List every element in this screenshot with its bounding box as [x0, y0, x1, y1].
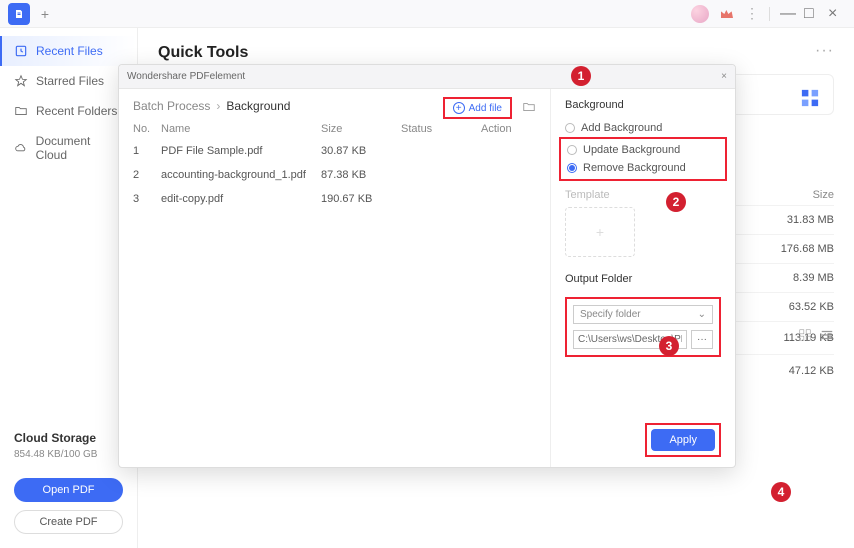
premium-icon[interactable]: [719, 6, 735, 22]
plus-icon: +: [453, 102, 465, 114]
profile-avatar[interactable]: [691, 5, 709, 23]
sidebar-item-label: Recent Files: [36, 44, 103, 58]
open-pdf-button[interactable]: Open PDF: [14, 478, 123, 502]
sidebar-item-recent-files[interactable]: Recent Files: [0, 36, 137, 66]
col-action: Action: [481, 123, 531, 135]
storage-title: Cloud Storage: [14, 431, 123, 445]
breadcrumb-root[interactable]: Batch Process: [133, 99, 210, 113]
grid-view-icon[interactable]: [798, 328, 812, 342]
add-tab-button[interactable]: +: [34, 6, 56, 22]
dialog-close-button[interactable]: ×: [721, 71, 727, 82]
batch-process-dialog: Wondershare PDFelement × Batch Process ›…: [118, 64, 736, 468]
dialog-titlebar[interactable]: Wondershare PDFelement ×: [119, 65, 735, 89]
sidebar-item-starred-files[interactable]: Starred Files: [0, 66, 137, 96]
more-menu-icon[interactable]: ⋮: [745, 5, 759, 22]
app-logo-icon: [13, 8, 25, 20]
add-file-button[interactable]: + Add file: [443, 97, 512, 119]
sidebar-item-label: Document Cloud: [36, 134, 123, 162]
sidebar-item-label: Starred Files: [36, 74, 104, 88]
callout-1: 1: [571, 66, 591, 86]
browse-button[interactable]: ···: [691, 330, 713, 349]
dialog-title: Wondershare PDFelement: [127, 71, 245, 82]
window-titlebar: + ⋮ — □ ×: [0, 0, 854, 28]
output-folder-select[interactable]: Specify folder ⌄: [573, 305, 713, 324]
radio-remove-background[interactable]: Remove Background: [567, 159, 719, 177]
apply-button[interactable]: Apply: [651, 429, 715, 451]
table-row[interactable]: 3edit-copy.pdf190.67 KB: [133, 187, 536, 211]
callout-3: 3: [659, 336, 679, 356]
background-section-title: Background: [565, 99, 721, 111]
file-table: No. Name Size Status Action 1PDF File Sa…: [133, 123, 536, 211]
list-view-icon[interactable]: [820, 328, 834, 342]
recent-icon: [14, 44, 28, 58]
sidebar-item-recent-folders[interactable]: Recent Folders: [0, 96, 137, 126]
col-name: Name: [161, 123, 321, 135]
add-folder-icon[interactable]: [522, 100, 536, 117]
sidebar-item-label: Recent Folders: [36, 104, 117, 118]
col-size: Size: [321, 123, 401, 135]
sidebar-item-document-cloud[interactable]: Document Cloud: [0, 126, 137, 170]
col-status: Status: [401, 123, 481, 135]
cloud-icon: [14, 141, 28, 155]
create-icon: [797, 85, 823, 111]
table-row[interactable]: 2accounting-background_1.pdf87.38 KB: [133, 163, 536, 187]
star-icon: [14, 74, 28, 88]
close-window-button[interactable]: ×: [828, 7, 842, 21]
chevron-right-icon: ›: [216, 99, 220, 113]
minimize-button[interactable]: —: [780, 7, 794, 21]
app-tab[interactable]: [8, 3, 30, 25]
template-label: Template: [565, 189, 721, 201]
table-row[interactable]: 1PDF File Sample.pdf30.87 KB: [133, 139, 536, 163]
more-icon[interactable]: ···: [815, 42, 834, 60]
chevron-down-icon: ⌄: [698, 309, 706, 320]
template-placeholder[interactable]: +: [565, 207, 635, 257]
page-title: Quick Tools: [158, 44, 834, 62]
callout-4: 4: [771, 482, 791, 502]
cloud-storage-indicator: Cloud Storage 854.48 KB/100 GB: [0, 421, 137, 470]
callout-2: 2: [666, 192, 686, 212]
radio-add-background[interactable]: Add Background: [565, 119, 721, 137]
output-folder-label: Output Folder: [565, 273, 721, 285]
maximize-button[interactable]: □: [804, 7, 818, 21]
radio-update-background[interactable]: Update Background: [567, 141, 719, 159]
col-no: No.: [133, 123, 161, 135]
create-pdf-button[interactable]: Create PDF: [14, 510, 123, 534]
breadcrumb-leaf: Background: [226, 99, 290, 113]
storage-detail: 854.48 KB/100 GB: [14, 449, 123, 460]
folder-icon: [14, 104, 28, 118]
